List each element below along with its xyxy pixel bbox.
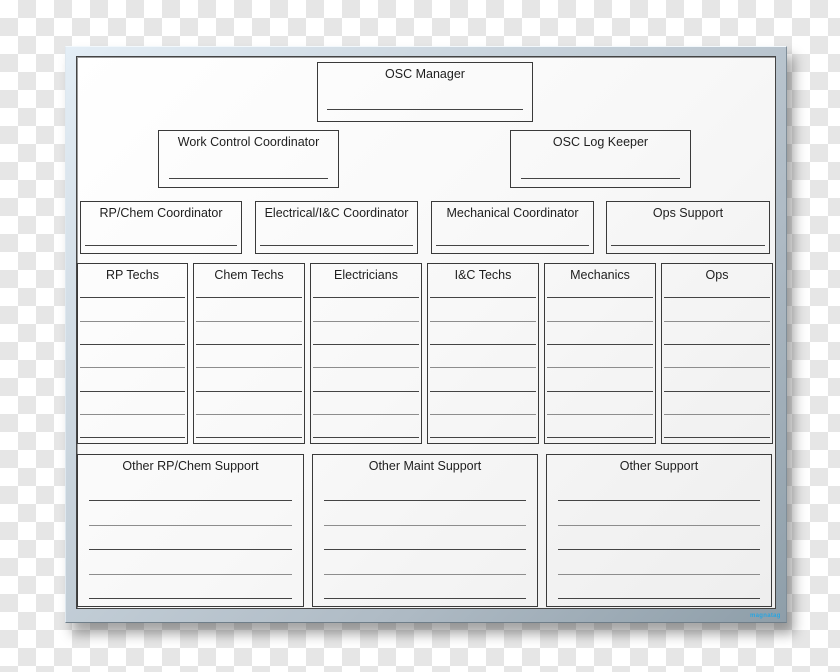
role-title: OSC Manager	[385, 67, 465, 81]
entry-line[interactable]	[196, 414, 302, 415]
entry-line[interactable]	[313, 414, 419, 415]
entry-line[interactable]	[547, 391, 653, 392]
role-title: Mechanics	[570, 268, 630, 282]
entry-line[interactable]	[196, 391, 302, 392]
entry-line[interactable]	[611, 245, 765, 246]
entry-line[interactable]	[196, 437, 302, 438]
entry-line[interactable]	[89, 598, 292, 599]
role-box-other-maint-support: Other Maint Support	[312, 454, 538, 607]
role-box-ops: Ops	[661, 263, 773, 444]
role-box-electricians: Electricians	[310, 263, 422, 444]
entry-line[interactable]	[324, 598, 526, 599]
entry-line[interactable]	[547, 414, 653, 415]
entry-line[interactable]	[558, 549, 760, 550]
entry-line[interactable]	[327, 109, 523, 110]
entry-line[interactable]	[313, 344, 419, 345]
entry-line[interactable]	[430, 437, 536, 438]
entry-line[interactable]	[547, 344, 653, 345]
role-box-rp-chem-coordinator: RP/Chem Coordinator	[80, 201, 242, 254]
entry-line[interactable]	[313, 437, 419, 438]
role-title: I&C Techs	[454, 268, 512, 282]
entry-line[interactable]	[664, 391, 770, 392]
role-title: Other RP/Chem Support	[122, 459, 259, 473]
entry-line[interactable]	[313, 367, 419, 368]
role-box-electrical-i-c-coordinator: Electrical/I&C Coordinator	[255, 201, 418, 254]
role-box-rp-techs: RP Techs	[77, 263, 188, 444]
entry-line[interactable]	[89, 574, 292, 575]
entry-line[interactable]	[547, 367, 653, 368]
entry-line[interactable]	[664, 344, 770, 345]
entry-line[interactable]	[430, 367, 536, 368]
role-title: RP/Chem Coordinator	[99, 206, 223, 220]
entry-line[interactable]	[324, 574, 526, 575]
entry-line[interactable]	[664, 367, 770, 368]
entry-line[interactable]	[558, 574, 760, 575]
role-box-ops-support: Ops Support	[606, 201, 770, 254]
entry-line[interactable]	[521, 178, 680, 179]
role-title: Chem Techs	[214, 268, 284, 282]
role-title: Mechanical Coordinator	[446, 206, 579, 220]
entry-line[interactable]	[313, 321, 419, 322]
entry-line[interactable]	[196, 344, 302, 345]
entry-line[interactable]	[558, 598, 760, 599]
entry-line[interactable]	[169, 178, 328, 179]
role-title: Other Maint Support	[368, 459, 482, 473]
entry-line[interactable]	[89, 500, 292, 501]
role-box-other-support: Other Support	[546, 454, 772, 607]
entry-line[interactable]	[558, 525, 760, 526]
role-title: Work Control Coordinator	[177, 135, 320, 149]
entry-line[interactable]	[196, 367, 302, 368]
entry-line[interactable]	[85, 245, 237, 246]
brand-logo: magnatag	[750, 613, 781, 619]
entry-line[interactable]	[547, 297, 653, 298]
entry-line[interactable]	[664, 297, 770, 298]
entry-line[interactable]	[430, 391, 536, 392]
role-box-i-c-techs: I&C Techs	[427, 263, 539, 444]
entry-line[interactable]	[436, 245, 589, 246]
role-box-chem-techs: Chem Techs	[193, 263, 305, 444]
entry-line[interactable]	[80, 321, 185, 322]
entry-line[interactable]	[664, 437, 770, 438]
entry-line[interactable]	[324, 549, 526, 550]
entry-line[interactable]	[80, 297, 185, 298]
entry-line[interactable]	[196, 297, 302, 298]
entry-line[interactable]	[558, 500, 760, 501]
entry-line[interactable]	[89, 525, 292, 526]
entry-line[interactable]	[664, 321, 770, 322]
role-title: Electricians	[334, 268, 398, 282]
entry-line[interactable]	[547, 321, 653, 322]
role-box-osc-manager: OSC Manager	[317, 62, 533, 122]
role-title: Ops Support	[652, 206, 724, 220]
entry-line[interactable]	[313, 391, 419, 392]
entry-line[interactable]	[547, 437, 653, 438]
entry-line[interactable]	[430, 297, 536, 298]
role-title: OSC Log Keeper	[552, 135, 649, 149]
entry-line[interactable]	[324, 500, 526, 501]
role-title: Other Support	[619, 459, 699, 473]
role-box-work-control-coordinator: Work Control Coordinator	[158, 130, 339, 188]
entry-line[interactable]	[89, 549, 292, 550]
role-box-mechanical-coordinator: Mechanical Coordinator	[431, 201, 594, 254]
entry-line[interactable]	[664, 414, 770, 415]
entry-line[interactable]	[80, 414, 185, 415]
entry-line[interactable]	[324, 525, 526, 526]
role-box-mechanics: Mechanics	[544, 263, 656, 444]
entry-line[interactable]	[430, 414, 536, 415]
entry-line[interactable]	[80, 437, 185, 438]
entry-line[interactable]	[196, 321, 302, 322]
role-title: Ops	[705, 268, 729, 282]
entry-line[interactable]	[430, 321, 536, 322]
entry-line[interactable]	[80, 367, 185, 368]
entry-line[interactable]	[260, 245, 413, 246]
role-title: Electrical/I&C Coordinator	[264, 206, 409, 220]
role-box-osc-log-keeper: OSC Log Keeper	[510, 130, 691, 188]
entry-line[interactable]	[430, 344, 536, 345]
entry-line[interactable]	[80, 391, 185, 392]
entry-line[interactable]	[80, 344, 185, 345]
role-box-other-rp-chem-support: Other RP/Chem Support	[77, 454, 304, 607]
role-title: RP Techs	[105, 268, 160, 282]
entry-line[interactable]	[313, 297, 419, 298]
